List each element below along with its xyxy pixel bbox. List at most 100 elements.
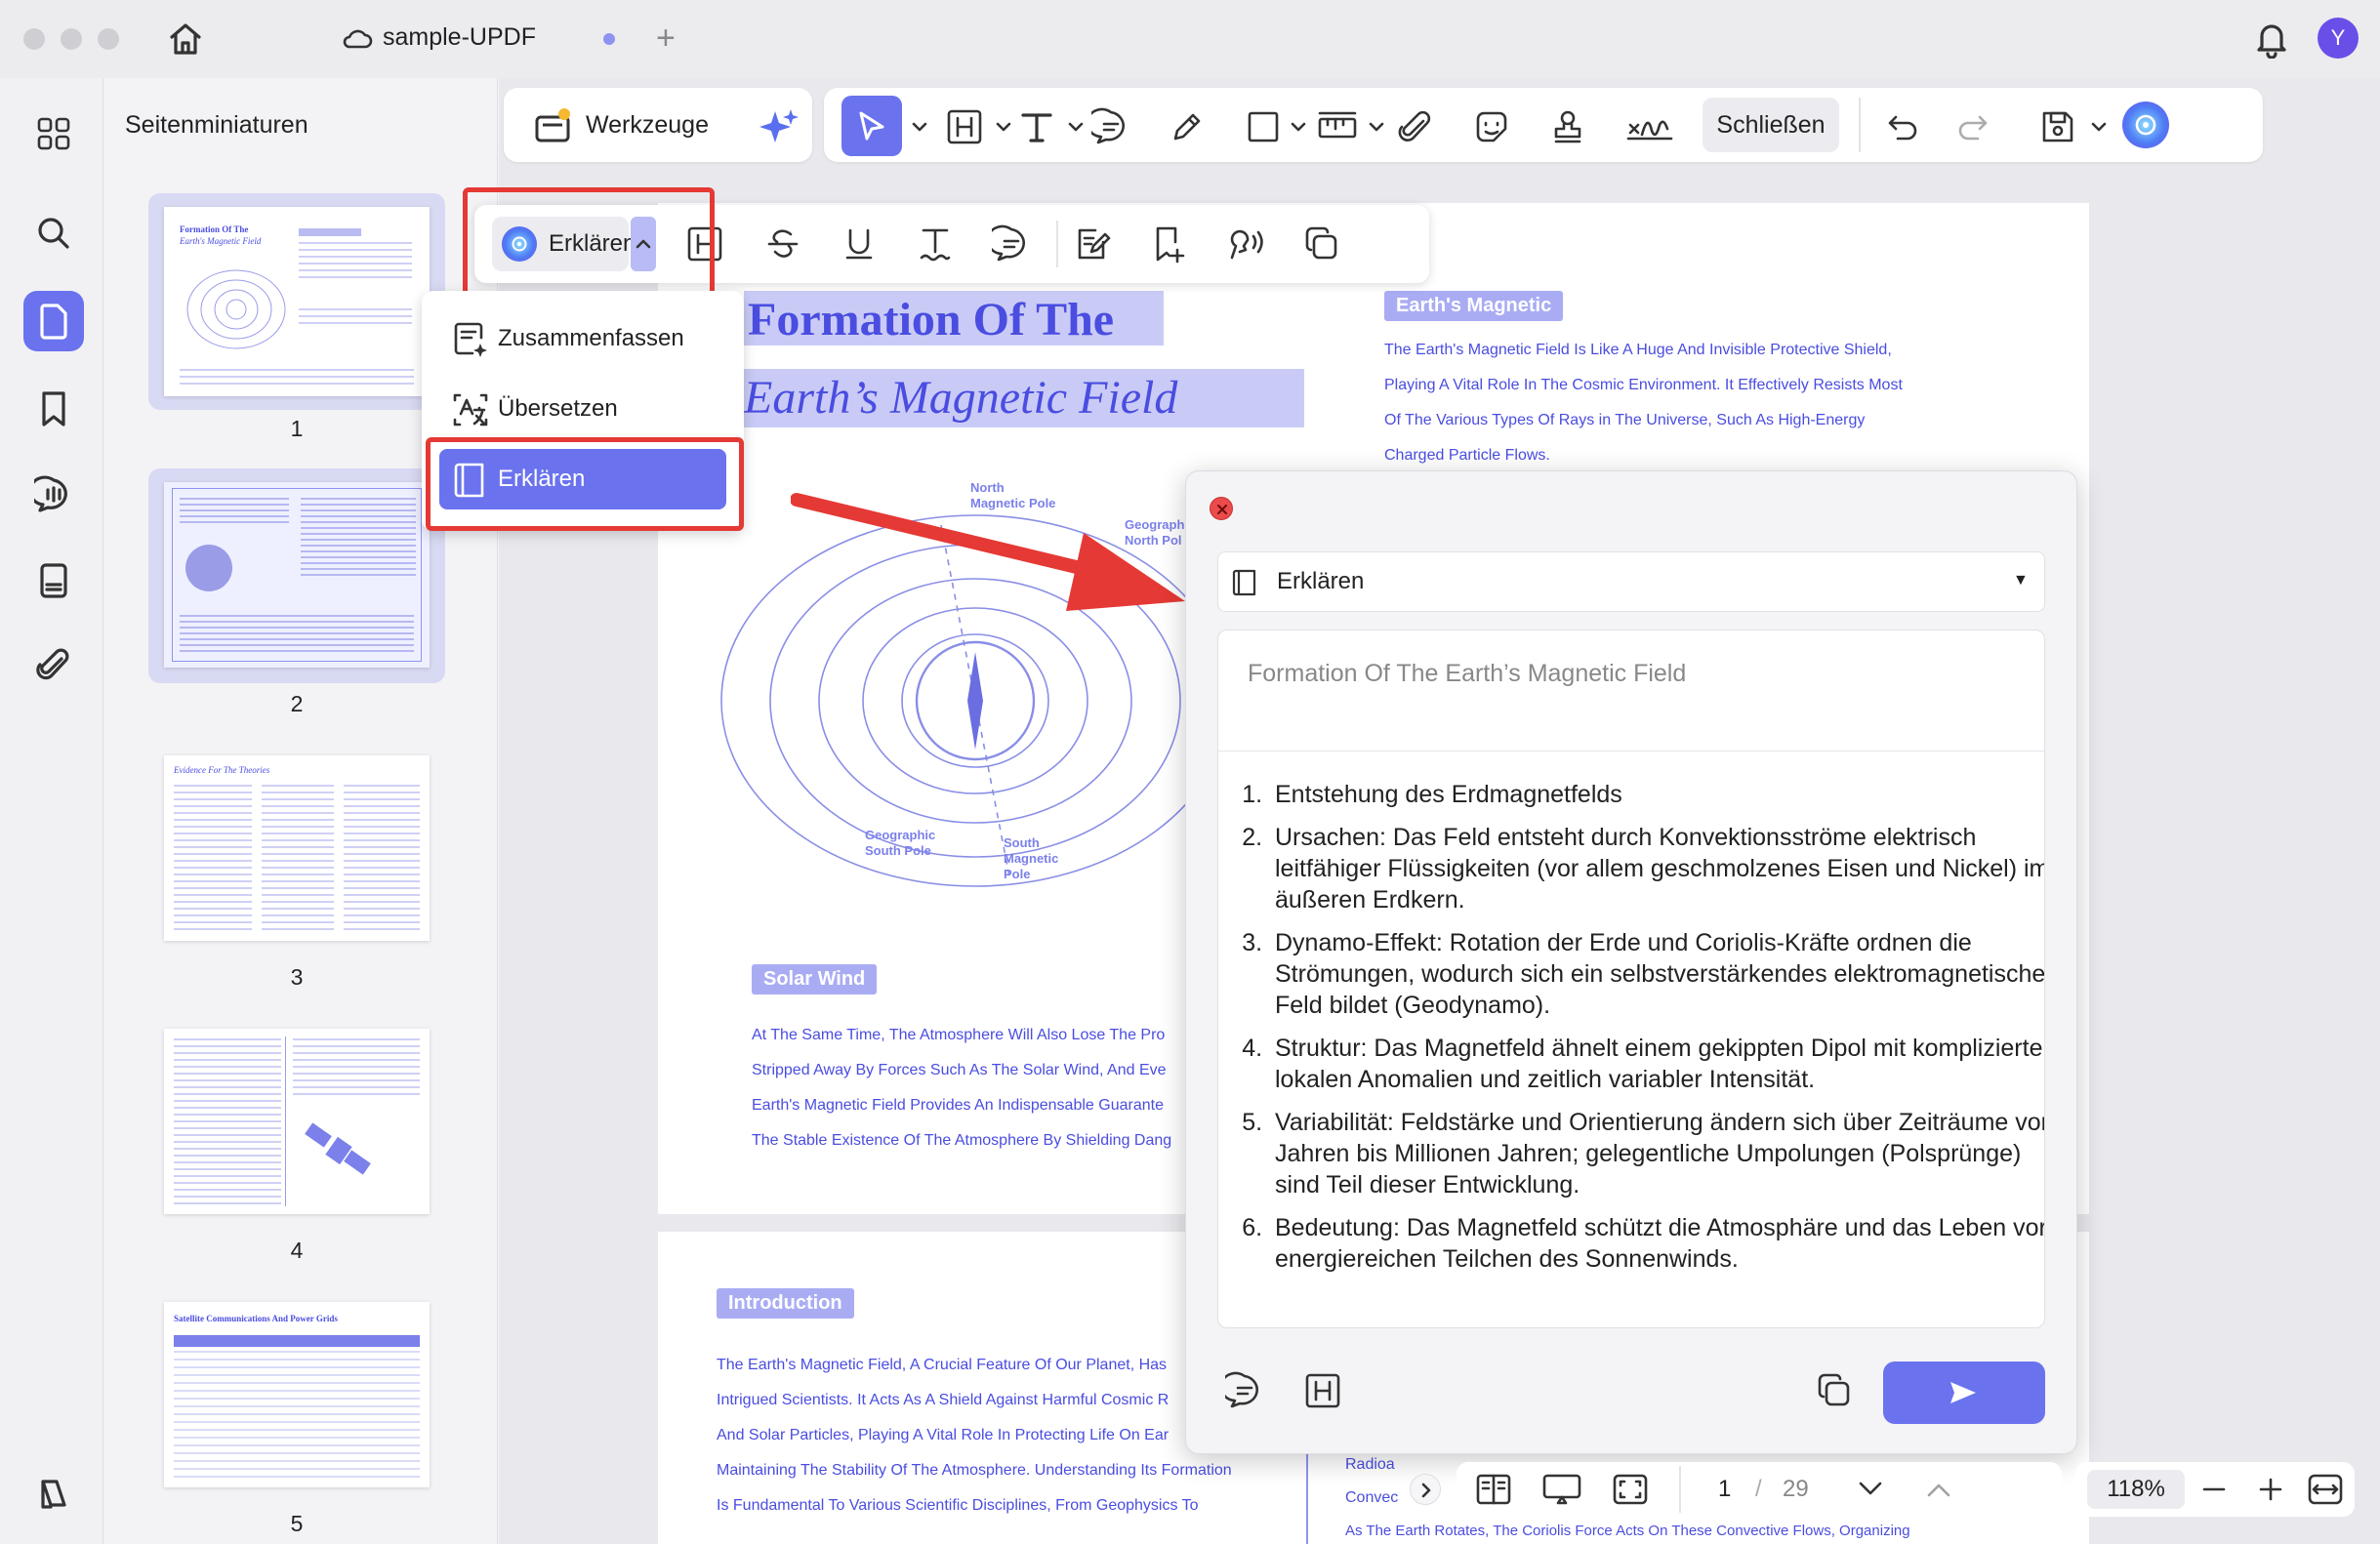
comment-icon[interactable] [1225,1371,1264,1410]
menu-item-zusammenfassen[interactable]: Zusammenfassen [439,308,726,369]
home-icon[interactable] [166,20,205,59]
main-toolbar: Werkzeuge Schließen [504,84,2364,166]
minimize-window-button[interactable] [61,28,82,50]
zoom-in-icon[interactable] [2257,1476,2284,1503]
read-aloud-icon[interactable] [1226,224,1269,264]
pages-icon[interactable] [23,291,84,351]
zoom-level[interactable]: 118% [2087,1470,2185,1509]
heading-box-icon[interactable] [945,107,984,146]
copy-icon[interactable] [1815,1371,1854,1410]
sticker-icon[interactable] [1472,107,1511,146]
chevron-down-icon[interactable] [912,121,927,133]
layers-icon[interactable] [23,1464,84,1524]
search-icon[interactable] [23,203,84,264]
werkzeuge-button[interactable]: Werkzeuge [586,111,709,140]
section-label-introduction: Introduction [717,1288,854,1319]
result-item: Ursachen: Das Feld entsteht durch Konvek… [1269,822,2044,915]
result-item: Struktur: Das Magnetfeld ähnelt einem ge… [1269,1033,2044,1095]
fit-width-icon[interactable] [2306,1472,2345,1507]
ai-input-text: Formation Of The Earth’s Magnetic Field [1248,660,1687,687]
result-item: Dynamo-Effekt: Rotation der Erde und Cor… [1269,927,2044,1021]
zoom-window-button[interactable] [98,28,119,50]
ai-assistant-panel: Erklären ▼ Formation Of The Earth’s Magn… [1185,470,2077,1454]
select-tool-button[interactable] [841,96,902,156]
zoom-out-icon[interactable] [2200,1476,2228,1503]
close-icon[interactable] [1210,497,1233,520]
undo-icon[interactable] [1884,107,1923,146]
annotation-tools-group: Schließen [824,88,2263,162]
stamp-icon[interactable] [1548,107,1587,146]
rectangle-icon[interactable] [1244,107,1283,146]
chevron-down-icon[interactable] [2091,121,2107,133]
ai-sparkle-icon[interactable] [758,105,800,148]
translate-icon [453,393,488,427]
redo-icon[interactable] [1952,107,1991,146]
scan-icon[interactable] [23,550,84,611]
fit-page-icon[interactable] [1611,1472,1650,1507]
page-thumbnail-3[interactable]: Evidence For The Theories [164,755,430,941]
chevron-down-icon[interactable] [1291,121,1306,133]
page-separator: / [1755,1476,1762,1502]
add-bookmark-icon[interactable] [1150,224,1189,264]
menu-item-uebersetzen[interactable]: Übersetzen [439,379,726,439]
page-layout-icon[interactable] [1474,1472,1513,1507]
dropdown-caret-icon: ▼ [2013,572,2029,589]
collapse-button[interactable] [1410,1474,1441,1505]
section-label-magnetic: Earth's Magnetic [1384,291,1564,321]
ai-assistant-icon[interactable] [2122,102,2169,148]
comment-icon[interactable] [992,224,1031,264]
result-item: Entstehung des Erdmagnetfelds [1269,779,2044,810]
page-thumbnail-4[interactable] [164,1029,430,1214]
squiggly-text-icon[interactable] [916,224,955,264]
section-label-solar-wind: Solar Wind [752,964,878,995]
ai-result-list: Entstehung des Erdmagnetfelds Ursachen: … [1269,779,2044,1286]
schliessen-button[interactable]: Schließen [1703,98,1839,152]
send-button[interactable] [1883,1361,2045,1424]
summarize-icon [454,322,487,357]
send-icon [1950,1382,1976,1403]
chevron-down-icon[interactable] [1068,121,1084,133]
bell-icon[interactable] [2253,20,2290,59]
tab-title[interactable]: sample-UPDF [383,23,536,52]
avatar[interactable]: Y [2318,18,2359,59]
close-window-button[interactable] [23,28,45,50]
ai-input-area[interactable]: Formation Of The Earth’s Magnetic Field [1218,630,2044,752]
panel-title: Seitenminiaturen [125,111,308,139]
save-icon[interactable] [2038,107,2077,146]
page-thumbnail-2[interactable] [164,482,430,668]
copy-icon[interactable] [1302,224,1341,264]
new-tab-icon[interactable]: + [656,21,676,55]
ai-content-box: Formation Of The Earth’s Magnetic Field … [1217,630,2045,1328]
toolbox-icon [533,105,574,144]
page-number-2: 2 [290,691,304,716]
current-page-input[interactable]: 1 [1718,1476,1731,1503]
strikethrough-icon[interactable] [763,224,802,264]
zoom-group: 118% [2075,1462,2355,1517]
left-rail [0,78,103,1544]
grid-icon[interactable] [23,103,84,164]
total-pages: 29 [1783,1476,1809,1502]
attachment-icon[interactable] [23,634,84,695]
mode-select[interactable]: Erklären ▼ [1217,551,2045,612]
edit-note-icon[interactable] [1074,224,1113,264]
measure-icon[interactable] [1316,107,1357,146]
chevron-down-icon[interactable] [996,121,1011,133]
title-bar: sample-UPDF + Y [0,0,2380,78]
pen-icon[interactable] [1168,107,1207,146]
chevron-down-icon[interactable] [1369,121,1384,133]
comment-icon[interactable] [1091,107,1130,146]
text-tool-icon[interactable] [1017,107,1056,146]
book-icon [1232,569,1256,596]
paperclip-icon[interactable] [1396,107,1435,146]
highlight-icon[interactable] [1303,1371,1342,1410]
underline-icon[interactable] [840,224,879,264]
presentation-icon[interactable] [1540,1472,1583,1507]
bookmark-icon[interactable] [23,379,84,439]
bottom-navigation-bar: 1 / 29 118% [1400,1458,2366,1519]
page-thumbnail-5[interactable]: Satellite Communications And Power Grids [164,1302,430,1487]
comment-list-icon[interactable] [23,465,84,525]
signature-icon[interactable] [1624,107,1675,146]
page-thumbnail-1[interactable]: Formation Of The Earth's Magnetic Field [164,207,430,396]
previous-page-icon[interactable] [1925,1478,1952,1501]
next-page-icon[interactable] [1857,1478,1884,1501]
